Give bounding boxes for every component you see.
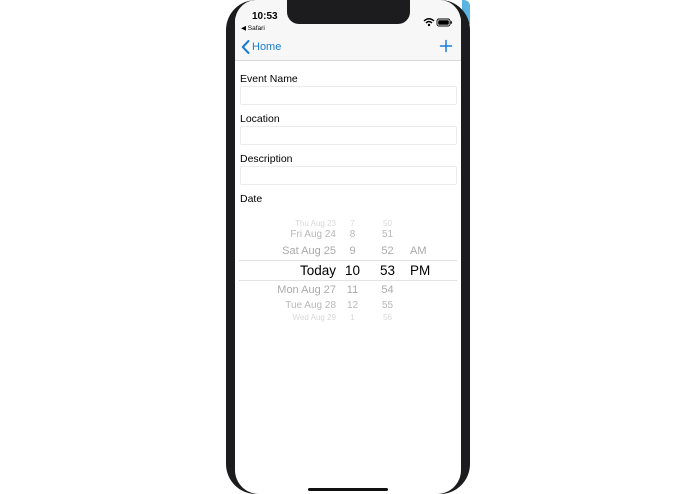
- picker-hour-item[interactable]: 8: [339, 229, 366, 241]
- picker-hour-item-selected[interactable]: 10: [339, 264, 366, 278]
- picker-minute-column[interactable]: 50 51 52 53 54 55 56: [374, 215, 401, 322]
- home-indicator[interactable]: [308, 488, 388, 491]
- picker-period-item[interactable]: AM: [410, 245, 440, 257]
- picker-hour-column[interactable]: 7 8 9 10 11 12 1: [339, 215, 366, 322]
- picker-hour-item[interactable]: 12: [339, 300, 366, 312]
- phone-screen: 10:53 ◀ Safari Home Event Name Location …: [235, 0, 461, 494]
- picker-minute-item[interactable]: 56: [374, 312, 401, 324]
- back-to-app-link[interactable]: ◀ Safari: [241, 24, 265, 32]
- plus-icon[interactable]: [439, 39, 453, 53]
- picker-day-item[interactable]: Fri Aug 24: [243, 229, 336, 241]
- home-back-button[interactable]: Home: [241, 40, 281, 54]
- event-name-label: Event Name: [240, 73, 298, 85]
- picker-period-item-selected[interactable]: PM: [410, 264, 440, 278]
- location-field[interactable]: [240, 126, 457, 145]
- chevron-left-icon: [241, 40, 250, 54]
- picker-minute-item[interactable]: 52: [374, 245, 401, 257]
- notch: [287, 0, 410, 24]
- picker-hour-item[interactable]: 11: [339, 284, 366, 296]
- location-label: Location: [240, 113, 280, 125]
- status-icons: [423, 14, 453, 27]
- navigation-bar: Home: [235, 34, 461, 61]
- picker-period-column[interactable]: AM PM: [410, 215, 440, 322]
- description-field[interactable]: [240, 166, 457, 185]
- picker-minute-item[interactable]: 51: [374, 229, 401, 241]
- picker-hour-item[interactable]: 9: [339, 245, 366, 257]
- picker-minute-item[interactable]: 54: [374, 284, 401, 296]
- date-label: Date: [240, 193, 263, 205]
- picker-day-item[interactable]: Sat Aug 25: [243, 245, 336, 257]
- picker-hour-item[interactable]: 1: [339, 312, 366, 324]
- home-back-label: Home: [252, 41, 282, 53]
- wifi-icon: [423, 18, 435, 27]
- description-label: Description: [240, 153, 293, 165]
- picker-day-column[interactable]: Thu Aug 23 Fri Aug 24 Sat Aug 25 Today M…: [243, 215, 336, 322]
- date-picker[interactable]: Thu Aug 23 Fri Aug 24 Sat Aug 25 Today M…: [235, 215, 461, 322]
- picker-day-item-selected[interactable]: Today: [243, 264, 336, 278]
- picker-day-item[interactable]: Tue Aug 28: [243, 300, 336, 312]
- event-name-field[interactable]: [240, 86, 457, 105]
- picker-day-item[interactable]: Wed Aug 29: [243, 312, 336, 324]
- picker-minute-item-selected[interactable]: 53: [374, 264, 401, 278]
- battery-icon: [436, 18, 452, 27]
- picker-minute-item[interactable]: 55: [374, 300, 401, 312]
- status-bar: 10:53 ◀ Safari: [235, 0, 461, 34]
- picker-day-item[interactable]: Mon Aug 27: [243, 284, 336, 296]
- status-time: 10:53: [252, 11, 278, 22]
